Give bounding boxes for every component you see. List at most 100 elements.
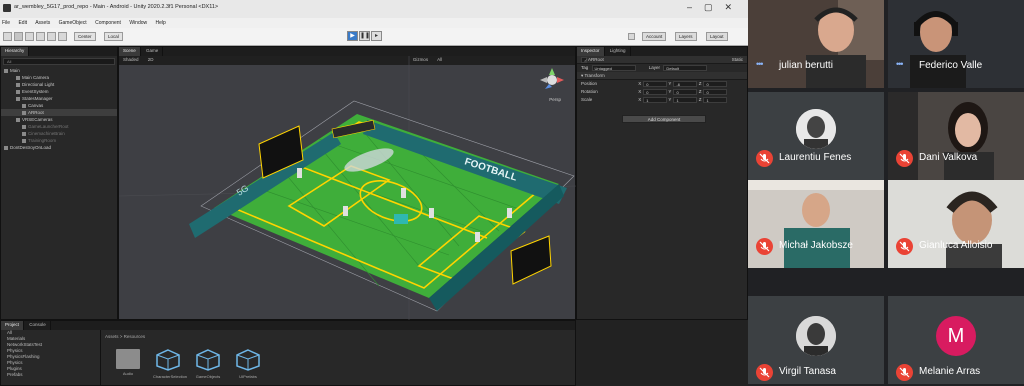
hierarchy-item[interactable]: GameLauncherRoot: [1, 123, 117, 130]
gameobject-icon: [22, 124, 26, 129]
tab-project[interactable]: Project: [1, 321, 25, 330]
participant-name: Dani Valkova: [919, 152, 978, 163]
tree-item[interactable]: Prefabs: [1, 372, 100, 378]
participant-video: [748, 0, 884, 88]
pause-button[interactable]: ❚❚: [359, 31, 370, 41]
scale-z-field[interactable]: 1: [703, 96, 728, 103]
gameobject-icon: [16, 82, 20, 87]
perspective-label[interactable]: Persp: [549, 97, 561, 102]
scale-y-field[interactable]: 1: [673, 96, 698, 103]
static-toggle[interactable]: Static: [732, 56, 743, 64]
hierarchy-item[interactable]: EventSystem: [1, 88, 117, 95]
prefab-cube-icon: [156, 349, 180, 371]
layers-dropdown[interactable]: Layers: [675, 32, 697, 41]
active-checkbox[interactable]: ✓: [581, 56, 587, 63]
participant-tile[interactable]: Michał Jakobsze: [748, 180, 884, 268]
football-field-viewport[interactable]: 5G FOOTBALL: [119, 56, 577, 321]
add-component-button[interactable]: Add Component: [622, 115, 706, 123]
scale-x-field[interactable]: 1: [643, 96, 668, 103]
hierarchy-item[interactable]: Canvas: [1, 102, 117, 109]
hierarchy-item[interactable]: ARRoot: [1, 109, 117, 116]
tab-console[interactable]: Console: [25, 321, 51, 330]
hierarchy-item[interactable]: DontDestroyOnLoad: [1, 144, 117, 151]
participant-name: Gianluca Alloisio: [919, 240, 993, 251]
position-y-field[interactable]: -6: [673, 80, 698, 87]
tab-inspector[interactable]: Inspector: [577, 47, 605, 56]
menu-edit[interactable]: Edit: [18, 20, 27, 26]
menu-assets[interactable]: Assets: [35, 20, 50, 26]
asset-label: CharacterSelection: [153, 374, 188, 379]
hierarchy-item-label: VRSECameras: [22, 117, 53, 122]
object-name-field[interactable]: ARRoot: [588, 57, 604, 62]
participant-tile[interactable]: ••• julian berutti: [748, 0, 884, 88]
hierarchy-item-label: GameLauncherRoot: [28, 124, 69, 129]
gameobject-icon: [16, 75, 20, 80]
tab-hierarchy[interactable]: Hierarchy: [1, 47, 30, 56]
hierarchy-item[interactable]: VRSECameras: [1, 116, 117, 123]
pivot-center-button[interactable]: Center: [74, 32, 96, 41]
hierarchy-item-label: Directional Light: [22, 82, 55, 87]
tab-scene[interactable]: Scene: [119, 47, 141, 56]
gameobject-icon: [16, 96, 20, 101]
participant-tile[interactable]: Laurentiu Fenes: [748, 92, 884, 180]
participant-tile[interactable]: Dani Valkova: [888, 92, 1024, 180]
prefab-cube-icon: [236, 349, 260, 371]
asset-prefab[interactable]: CharacterSelection: [153, 349, 187, 379]
move-tool-icon[interactable]: [14, 32, 23, 41]
object-header: ✓ ARRoot Static: [577, 56, 747, 64]
participant-tile[interactable]: Gianluca Alloisio: [888, 180, 1024, 268]
unity-editor: ar_wembley_5G17_prod_repo - Main - Andro…: [0, 0, 748, 386]
participant-tile[interactable]: Virgil Tanasa: [748, 296, 884, 384]
speaking-indicator-icon: •••: [756, 59, 764, 69]
menu-gameobject[interactable]: GameObject: [59, 20, 87, 26]
mic-off-icon: [756, 364, 773, 381]
tag-dropdown[interactable]: Untagged: [591, 64, 636, 71]
orientation-gizmo[interactable]: [539, 67, 565, 97]
layout-dropdown[interactable]: Layout: [706, 32, 728, 41]
rotation-z-field[interactable]: 0: [703, 88, 728, 95]
window-controls[interactable]: –▢✕: [687, 2, 744, 13]
project-breadcrumb[interactable]: Assets > Resources: [105, 334, 145, 339]
position-z-field[interactable]: 0: [703, 80, 728, 87]
tab-game[interactable]: Game: [142, 47, 164, 56]
hierarchy-item[interactable]: Main: [1, 67, 117, 74]
transform-header[interactable]: ▾ Transform: [577, 72, 747, 80]
transform-foldout-icon[interactable]: ▾: [581, 73, 583, 78]
hierarchy-item[interactable]: TrainingRoom: [1, 137, 117, 144]
layer-dropdown[interactable]: Default: [663, 64, 708, 71]
menu-file[interactable]: File: [2, 20, 10, 26]
menu-window[interactable]: Window: [129, 20, 147, 26]
hierarchy-item[interactable]: Directional Light: [1, 81, 117, 88]
video-call-grid: ••• julian berutti ••• Federico Valle La…: [748, 0, 1024, 386]
tab-lighting[interactable]: Lighting: [606, 47, 631, 56]
rect-tool-icon[interactable]: [47, 32, 56, 41]
step-button[interactable]: ▸: [371, 31, 382, 41]
participant-video: [888, 0, 1024, 88]
participant-tile[interactable]: M Melanie Arras: [888, 296, 1024, 384]
rotation-x-field[interactable]: 0: [643, 88, 668, 95]
asset-prefab[interactable]: GameObjects: [193, 349, 223, 379]
account-dropdown[interactable]: Account: [642, 32, 667, 41]
hand-tool-icon[interactable]: [3, 32, 12, 41]
play-button[interactable]: ▶: [347, 31, 358, 41]
menu-help[interactable]: Help: [156, 20, 166, 26]
rotate-tool-icon[interactable]: [25, 32, 34, 41]
asset-prefab[interactable]: UIPrefabs: [233, 349, 263, 379]
cloud-icon[interactable]: [628, 33, 635, 40]
rotation-y-field[interactable]: 0: [673, 88, 698, 95]
asset-folder[interactable]: Audio: [113, 349, 143, 376]
pivot-local-button[interactable]: Local: [104, 32, 123, 41]
main-toolbar: Center Local ▶ ❚❚ ▸ Account Layers Layou…: [0, 28, 748, 46]
hierarchy-item-label: ARRoot: [28, 110, 44, 115]
position-x-field[interactable]: 0: [643, 80, 668, 87]
participant-tile[interactable]: ••• Federico Valle: [888, 0, 1024, 88]
hierarchy-item[interactable]: Main Camera: [1, 74, 117, 81]
hierarchy-item[interactable]: CinemachineBrain: [1, 130, 117, 137]
scale-tool-icon[interactable]: [36, 32, 45, 41]
hierarchy-search-input[interactable]: All: [3, 58, 115, 65]
tag-label: Tag: [581, 65, 589, 70]
menu-component[interactable]: Component: [95, 20, 121, 26]
hierarchy-item[interactable]: StatesManager: [1, 95, 117, 102]
transform-tool-icon[interactable]: [58, 32, 67, 41]
asset-label: Audio: [122, 371, 134, 376]
